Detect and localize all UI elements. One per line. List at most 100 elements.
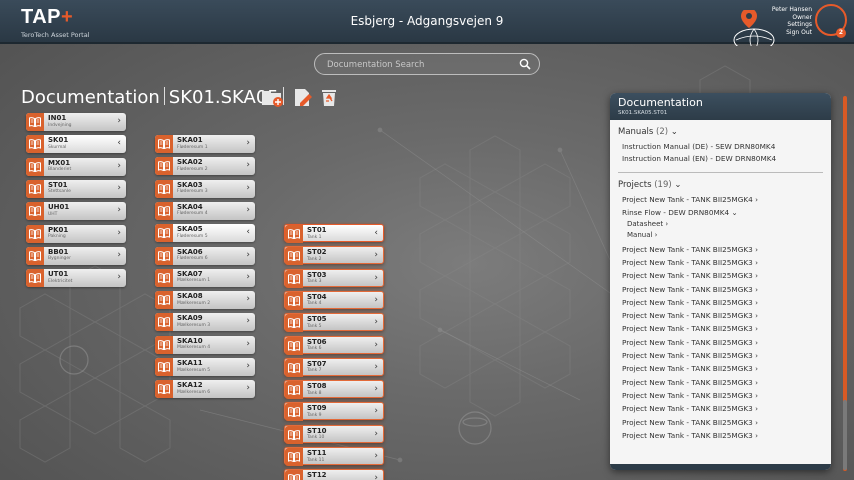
asset-item-st05[interactable]: ST05 Tank 5 › (284, 313, 384, 333)
asset-item-st01[interactable]: ST01 Tank 1 ‹ (284, 224, 384, 243)
asset-item-ska10[interactable]: SKA10 Mælkeresum 4 › (155, 335, 255, 354)
search-icon[interactable] (519, 58, 531, 70)
asset-code: SKA03 (177, 180, 203, 189)
asset-item-ska07[interactable]: SKA07 Mælkeresum 1 › (155, 268, 255, 287)
asset-description: Tank 3 (307, 279, 322, 285)
project-link[interactable]: Project New Tank - TANK BII25MGK3 › (622, 418, 758, 427)
documentation-panel: Documentation SK01.SKA05.ST01 Manuals (2… (610, 93, 831, 470)
chevron-right-icon: › (117, 272, 121, 283)
asset-code: SKA10 (177, 336, 203, 345)
chevron-right-icon: › (246, 361, 250, 371)
project-link[interactable]: Project New Tank - TANK BII25MGK3 › (622, 245, 758, 254)
asset-item-ska05[interactable]: SKA05 Fløderesum 5 ‹ (155, 224, 255, 243)
asset-description: Skurmal (48, 144, 67, 150)
book-icon (285, 336, 303, 355)
asset-item-uh01[interactable]: UH01 UHT › (26, 202, 126, 221)
folder-add-icon[interactable] (261, 86, 283, 108)
project-label: Project New Tank - TANK BII25MGK3 (622, 311, 753, 321)
project-label: Project New Tank - TANK BII25MGK4 (622, 195, 753, 204)
settings-link[interactable]: Settings (772, 21, 812, 29)
project-subfolder[interactable]: Manual › (627, 231, 657, 239)
book-icon (155, 179, 173, 198)
project-link[interactable]: Project New Tank - TANK BII25MGK3 › (622, 338, 758, 347)
asset-item-st07[interactable]: ST07 Tank 7 › (284, 357, 384, 377)
project-link[interactable]: Project New Tank - TANK BII25MGK3 › (622, 431, 758, 440)
asset-item-st09[interactable]: ST09 Tank 9 › (284, 402, 384, 422)
asset-description: Tank 9 (307, 412, 322, 418)
project-link[interactable]: Project New Tank - TANK BII25MGK4 › (622, 195, 758, 204)
project-subfolder[interactable]: Datasheet › (627, 220, 668, 228)
asset-item-st10[interactable]: ST10 Tank 10 › (284, 424, 384, 444)
project-link[interactable]: Project New Tank - TANK BII25MGK3 › (622, 311, 758, 320)
asset-code: SKA07 (177, 269, 203, 278)
asset-item-sk01[interactable]: SK01 Skurmal ‹ (26, 135, 126, 154)
project-link[interactable]: Project New Tank - TANK BII25MGK3 › (622, 285, 758, 294)
asset-item-st02[interactable]: ST02 Tank 2 › (284, 246, 384, 266)
chevron-right-icon: › (374, 473, 378, 480)
book-icon (26, 202, 44, 221)
asset-description: Mælkeresum 2 (177, 300, 211, 306)
asset-item-ska04[interactable]: SKA04 Fløderesum 4 › (155, 201, 255, 220)
project-link[interactable]: Project New Tank - TANK BII25MGK3 › (622, 351, 758, 360)
asset-item-st01[interactable]: ST01 Stettsanle › (26, 179, 126, 198)
asset-item-st04[interactable]: ST04 Tank 4 › (284, 290, 384, 310)
asset-code: UH01 (48, 203, 70, 212)
project-link[interactable]: Project New Tank - TANK BII25MGK3 › (622, 364, 758, 373)
projects-section-toggle[interactable]: Projects (19) ⌄ (618, 180, 682, 190)
asset-code: IN01 (48, 114, 67, 122)
book-icon (155, 224, 173, 243)
project-link[interactable]: Project New Tank - TANK BII25MGK3 › (622, 298, 758, 307)
asset-description: Tank 6 (307, 346, 322, 351)
asset-item-in01[interactable]: IN01 Indvejning › (26, 113, 126, 131)
chevron-right-icon: › (374, 384, 378, 395)
project-link[interactable]: Project New Tank - TANK BII25MGK3 › (622, 258, 758, 267)
chevron-right-icon: › (374, 250, 378, 261)
manual-link[interactable]: Instruction Manual (DE) - SEW DRN80MK4 (622, 142, 775, 151)
sign-out-link[interactable]: Sign Out (772, 29, 812, 37)
project-link[interactable]: Project New Tank - TANK BII25MGK3 › (622, 391, 758, 400)
asset-code: ST07 (307, 359, 327, 368)
chevron-right-icon: › (246, 294, 250, 305)
manual-link[interactable]: Instruction Manual (EN) - DEW DRN80MK4 (622, 154, 776, 163)
asset-item-ska03[interactable]: SKA03 Fløderesum 3 › (155, 179, 255, 198)
book-icon (285, 470, 303, 480)
project-link[interactable]: Project New Tank - TANK BII25MGK3 › (622, 271, 758, 280)
asset-item-ska02[interactable]: SKA02 Fløderesum 2 › (155, 157, 255, 176)
project-link[interactable]: Project New Tank - TANK BII25MGK3 › (622, 378, 758, 387)
asset-item-ska01[interactable]: SKA01 Fløderesum 1 › (155, 135, 255, 153)
asset-item-ska09[interactable]: SKA09 Mælkeresum 3 › (155, 313, 255, 332)
book-icon (26, 246, 44, 265)
asset-item-st08[interactable]: ST08 Tank 8 › (284, 380, 384, 400)
project-folder-expanded[interactable]: Rinse Flow - DEW DRN80MK4 ⌄ (622, 208, 738, 217)
asset-description: Elektricitet (48, 278, 73, 284)
manuals-section-toggle[interactable]: Manuals (2) ⌄ (618, 127, 678, 137)
project-link[interactable]: Project New Tank - TANK BII25MGK3 › (622, 404, 758, 413)
recycle-bin-icon[interactable] (318, 86, 340, 108)
chevron-right-icon: › (374, 451, 378, 461)
search-input[interactable] (327, 58, 507, 72)
asset-item-bb01[interactable]: BB01 Bygninger › (26, 246, 126, 265)
notification-badge[interactable]: 2 (836, 28, 846, 38)
chevron-right-icon: › (374, 272, 378, 283)
asset-item-ska11[interactable]: SKA11 Mælkeresum 5 › (155, 358, 255, 376)
asset-code: ST01 (48, 180, 68, 189)
asset-code: ST12 (307, 471, 327, 480)
asset-item-ska06[interactable]: SKA06 Fløderesum 6 › (155, 246, 255, 265)
project-label: Project New Tank - TANK BII25MGK3 (622, 284, 753, 294)
asset-item-st11[interactable]: ST11 Tank 11 › (284, 447, 384, 466)
project-label: Project New Tank - TANK BII25MGK3 (622, 364, 753, 374)
asset-item-st12[interactable]: ST12 › (284, 469, 384, 480)
asset-item-ska08[interactable]: SKA08 Mælkeresum 2 › (155, 291, 255, 310)
scrollbar-thumb[interactable] (843, 400, 847, 470)
asset-item-st03[interactable]: ST03 Tank 3 › (284, 268, 384, 288)
asset-item-ut01[interactable]: UT01 Elektricitet › (26, 269, 126, 288)
top-bar: TAP+ TeroTech Asset Portal Esbjerg - Adg… (0, 0, 854, 46)
asset-item-st06[interactable]: ST06 Tank 6 › (284, 335, 384, 355)
book-icon (285, 314, 303, 333)
asset-item-ska12[interactable]: SKA12 Mælkeresum 6 › (155, 380, 255, 399)
project-link[interactable]: Project New Tank - TANK BII25MGK3 › (622, 324, 758, 333)
edit-document-icon[interactable] (292, 86, 314, 108)
asset-item-pk01[interactable]: PK01 Pakning › (26, 224, 126, 243)
asset-item-mx01[interactable]: MX01 Blanderiet › (26, 157, 126, 176)
chevron-right-icon: › (246, 182, 250, 193)
